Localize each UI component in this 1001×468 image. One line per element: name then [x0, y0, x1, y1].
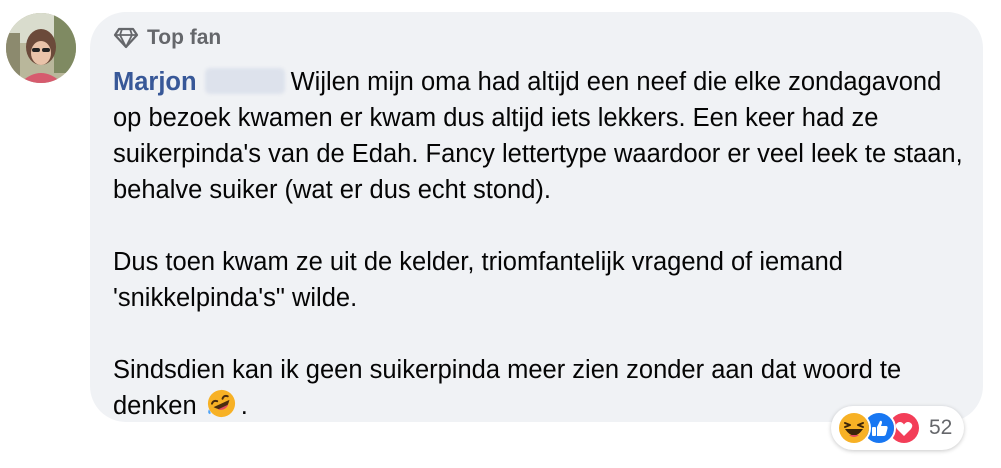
avatar[interactable]: [6, 13, 76, 83]
comment-paragraph-2: Dus toen kwam ze uit de kelder, triomfan…: [113, 248, 843, 312]
top-fan-badge[interactable]: Top fan: [113, 24, 957, 52]
diamond-icon: [113, 27, 139, 49]
avatar-photo: [6, 13, 76, 83]
reaction-icons: [837, 411, 921, 445]
comment: Top fan Marjon Wijlen mijn oma had altijd…: [0, 0, 1001, 468]
author-name[interactable]: Marjon: [113, 68, 197, 96]
haha-reaction-icon: [837, 411, 871, 445]
comment-paragraph-1: Marjon Wijlen mijn oma had altijd een nee…: [113, 64, 963, 208]
redacted-last-name: [204, 68, 285, 94]
reaction-count: 52: [929, 416, 953, 439]
comment-text: Marjon Wijlen mijn oma had altijd een nee…: [113, 64, 963, 424]
comment-bubble: Top fan Marjon Wijlen mijn oma had altijd…: [90, 12, 983, 422]
rolling-on-floor-laughing-emoji: [206, 388, 237, 419]
trailing-punctuation: .: [240, 392, 248, 420]
badge-label: Top fan: [147, 26, 222, 49]
reaction-summary[interactable]: 52: [831, 406, 965, 450]
